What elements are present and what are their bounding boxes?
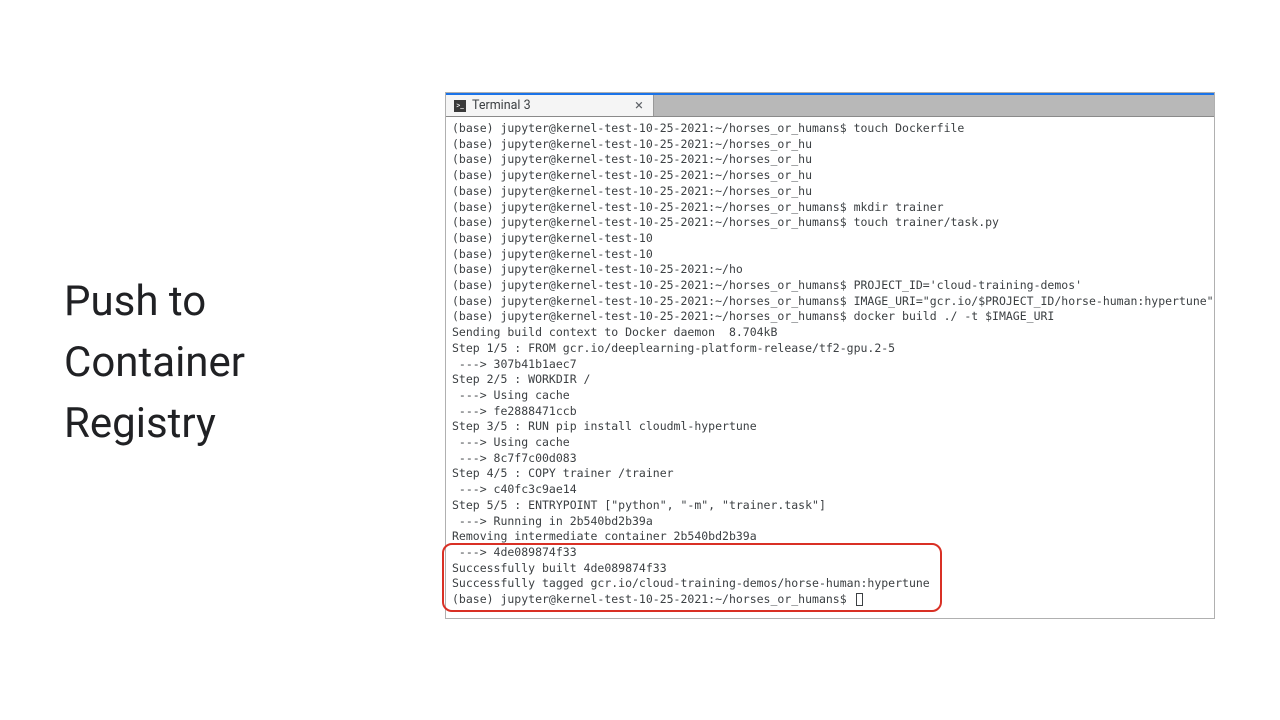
terminal-line: (base) jupyter@kernel-test-10-25-2021:~/… (452, 200, 1208, 216)
terminal-line: ---> c40fc3c9ae14 (452, 482, 1208, 498)
terminal-line: ---> 8c7f7c00d083 (452, 451, 1208, 467)
terminal-line: (base) jupyter@kernel-test-10-25-2021:~/… (452, 137, 1208, 153)
terminal-line: (base) jupyter@kernel-test-10-25-2021:~/… (452, 592, 1208, 608)
terminal-line: Step 4/5 : COPY trainer /trainer (452, 466, 1208, 482)
terminal-line: Successfully tagged gcr.io/cloud-trainin… (452, 576, 1208, 592)
heading-line-2: Container (64, 333, 245, 394)
heading-line-3: Registry (64, 394, 245, 455)
terminal-line: Step 3/5 : RUN pip install cloudml-hyper… (452, 419, 1208, 435)
terminal-window: >_ Terminal 3 × (base) jupyter@kernel-te… (445, 92, 1215, 619)
terminal-line: (base) jupyter@kernel-test-10-25-2021:~/… (452, 152, 1208, 168)
heading-line-1: Push to (64, 272, 245, 333)
terminal-line: Removing intermediate container 2b540bd2… (452, 529, 1208, 545)
terminal-line: (base) jupyter@kernel-test-10-25-2021:~/… (452, 309, 1208, 325)
terminal-line: (base) jupyter@kernel-test-10-25-2021:~/… (452, 294, 1208, 310)
terminal-line: ---> fe2888471ccb (452, 404, 1208, 420)
terminal-line: (base) jupyter@kernel-test-10-25-2021:~/… (452, 278, 1208, 294)
terminal-line: ---> Using cache (452, 435, 1208, 451)
terminal-line: (base) jupyter@kernel-test-10-25-2021:~/… (452, 121, 1208, 137)
page-heading: Push to Container Registry (64, 272, 245, 455)
close-icon[interactable]: × (633, 98, 645, 113)
terminal-line: (base) jupyter@kernel-test-10-25-2021:~/… (452, 184, 1208, 200)
terminal-line: ---> Using cache (452, 388, 1208, 404)
terminal-line: (base) jupyter@kernel-test-10-25-2021:~/… (452, 215, 1208, 231)
terminal-line: Sending build context to Docker daemon 8… (452, 325, 1208, 341)
terminal-line: Successfully built 4de089874f33 (452, 561, 1208, 577)
terminal-icon: >_ (454, 100, 466, 112)
tab-title: Terminal 3 (472, 98, 627, 113)
terminal-line: (base) jupyter@kernel-test-10 (452, 231, 1208, 247)
terminal-output[interactable]: (base) jupyter@kernel-test-10-25-2021:~/… (446, 117, 1214, 618)
terminal-line: ---> 4de089874f33 (452, 545, 1208, 561)
tab-bar: >_ Terminal 3 × (446, 93, 1214, 117)
terminal-line: Step 5/5 : ENTRYPOINT ["python", "-m", "… (452, 498, 1208, 514)
terminal-line: ---> 307b41b1aec7 (452, 357, 1208, 373)
cursor (856, 593, 863, 606)
terminal-line: (base) jupyter@kernel-test-10-25-2021:~/… (452, 168, 1208, 184)
terminal-line: Step 1/5 : FROM gcr.io/deeplearning-plat… (452, 341, 1208, 357)
terminal-line: (base) jupyter@kernel-test-10-25-2021:~/… (452, 262, 1208, 278)
terminal-line: (base) jupyter@kernel-test-10 (452, 247, 1208, 263)
terminal-line: ---> Running in 2b540bd2b39a (452, 514, 1208, 530)
terminal-tab[interactable]: >_ Terminal 3 × (446, 95, 654, 116)
terminal-line: Step 2/5 : WORKDIR / (452, 372, 1208, 388)
